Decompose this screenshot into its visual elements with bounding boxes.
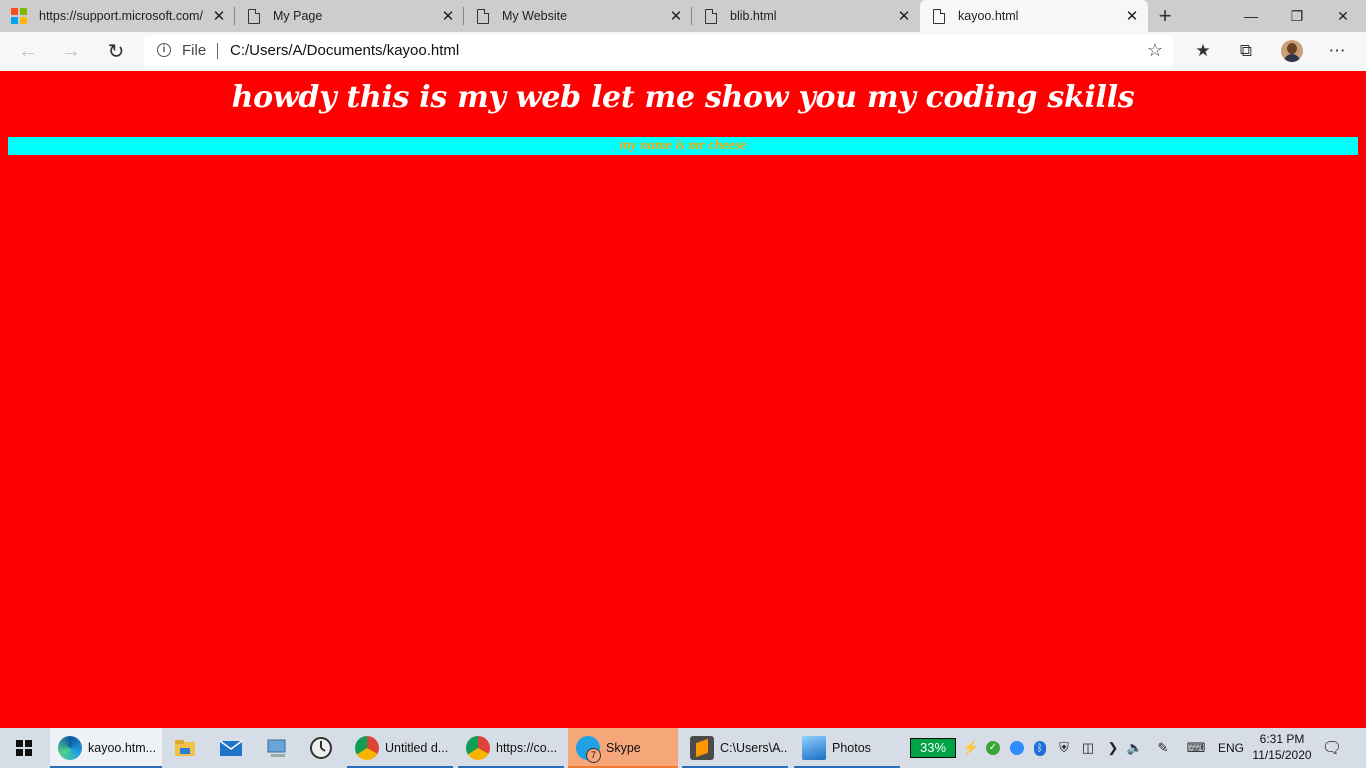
check-shield-icon[interactable]: ✓	[984, 739, 1002, 757]
restore-icon: ❐	[1290, 7, 1304, 24]
windows-taskbar: kayoo.htm... Untitled d... https://co...…	[0, 728, 1366, 768]
tab-label: My Page	[273, 9, 323, 23]
skype-badge: 7	[586, 748, 601, 763]
microsoft-logo-icon	[11, 8, 27, 24]
profile-avatar[interactable]	[1281, 40, 1303, 62]
taskbar-item-label: Skype	[606, 741, 641, 755]
file-icon	[477, 8, 489, 24]
wifi-icon[interactable]: ❯	[1104, 739, 1122, 757]
close-icon[interactable]: ✕	[669, 8, 683, 25]
refresh-icon: ↻	[107, 40, 125, 63]
chrome-icon	[355, 736, 379, 760]
chrome-icon	[466, 736, 490, 760]
clock-time: 6:31 PM	[1259, 732, 1305, 746]
address-bar[interactable]: i File C:/Users/A/Documents/kayoo.html ☆	[144, 35, 1173, 67]
back-button[interactable]: ←	[15, 39, 41, 63]
battery-indicator[interactable]: 33%	[910, 738, 956, 758]
favorites-icon[interactable]: ★	[1193, 41, 1213, 61]
device-icon[interactable]: ◫	[1079, 739, 1097, 757]
edge-icon	[58, 736, 82, 760]
file-icon	[705, 8, 717, 24]
taskbar-item-label: https://co...	[496, 741, 558, 755]
tab-label: kayoo.html	[958, 9, 1019, 23]
skype-icon: 7	[576, 736, 601, 763]
taskbar-item-photos[interactable]: Photos	[794, 728, 900, 768]
photos-icon	[802, 736, 826, 760]
computer-icon[interactable]	[265, 736, 289, 760]
taskbar-item-label: kayoo.htm...	[88, 741, 157, 755]
minimize-button[interactable]: —	[1228, 0, 1274, 32]
arrow-right-icon: →	[61, 39, 81, 62]
forward-button[interactable]: →	[58, 39, 84, 63]
security-shield-icon[interactable]: ⛨	[1055, 739, 1073, 757]
tab-my-page[interactable]: My Page ✕	[235, 0, 464, 32]
close-window-button[interactable]: ✕	[1320, 0, 1366, 32]
taskbar-item-label: Photos	[832, 741, 871, 755]
language-indicator[interactable]: ENG	[1218, 728, 1244, 768]
close-icon: ✕	[1337, 7, 1349, 24]
sublime-text-icon	[690, 736, 714, 760]
bluetooth-icon[interactable]: ᛒ	[1031, 739, 1049, 757]
address-scheme-label: File	[182, 42, 207, 59]
restore-button[interactable]: ❐	[1274, 0, 1320, 32]
taskbar-item-chrome-https[interactable]: https://co...	[458, 728, 564, 768]
taskbar-item-label: Untitled d...	[385, 741, 449, 755]
address-url[interactable]: C:/Users/A/Documents/kayoo.html	[230, 42, 459, 59]
page-heading: howdy this is my web let me show you my …	[231, 80, 1135, 115]
tab-kayoo[interactable]: kayoo.html ✕	[920, 0, 1148, 32]
start-button[interactable]	[0, 728, 48, 768]
tab-strip: https://support.microsoft.com/ ✕ My Page…	[0, 0, 1366, 32]
new-tab-button[interactable]: +	[1154, 4, 1176, 28]
clock-area[interactable]: 6:31 PM 11/15/2020	[1248, 731, 1316, 763]
taskbar-item-chrome-untitled[interactable]: Untitled d...	[347, 728, 453, 768]
tab-blib[interactable]: blib.html ✕	[692, 0, 920, 32]
close-icon[interactable]: ✕	[212, 8, 226, 25]
info-icon[interactable]: i	[157, 43, 171, 57]
close-icon[interactable]: ✕	[1125, 8, 1139, 25]
minimize-icon: —	[1244, 8, 1258, 24]
cheese-banner: my name is mr cheese	[8, 137, 1358, 155]
file-icon	[933, 8, 945, 24]
zoom-icon[interactable]	[1008, 739, 1026, 757]
tab-label: blib.html	[730, 9, 777, 23]
taskbar-item-sublime[interactable]: C:\Users\A...	[682, 728, 788, 768]
taskbar-item-edge[interactable]: kayoo.htm...	[50, 728, 162, 768]
tab-my-website[interactable]: My Website ✕	[464, 0, 692, 32]
file-icon	[248, 8, 260, 24]
tab-label: My Website	[502, 9, 568, 23]
more-options-icon[interactable]: ⋯	[1327, 41, 1347, 61]
sublime-s-shape	[696, 738, 708, 758]
collections-icon[interactable]: ⧉	[1236, 41, 1256, 61]
windows-logo-icon	[16, 740, 32, 756]
notifications-icon[interactable]: 🗨	[1322, 738, 1342, 758]
tab-support-microsoft[interactable]: https://support.microsoft.com/ ✕	[0, 0, 235, 32]
tab-label: https://support.microsoft.com/	[39, 9, 203, 23]
close-icon[interactable]: ✕	[441, 8, 455, 25]
mail-icon[interactable]	[219, 736, 243, 760]
volume-icon[interactable]: 🔈	[1126, 739, 1144, 757]
file-explorer-icon[interactable]	[173, 736, 197, 760]
clock-app-icon[interactable]	[309, 736, 333, 760]
web-page-content: howdy this is my web let me show you my …	[0, 71, 1366, 728]
taskbar-item-label: C:\Users\A...	[720, 741, 788, 755]
keyboard-icon[interactable]: ⌨	[1184, 739, 1208, 757]
arrow-left-icon: ←	[18, 39, 38, 62]
power-plug-icon[interactable]: ⚡	[962, 739, 980, 757]
close-icon[interactable]: ✕	[897, 8, 911, 25]
taskbar-item-skype[interactable]: 7 Skype	[568, 728, 678, 768]
address-divider	[217, 43, 218, 59]
pen-icon[interactable]: ✎	[1154, 739, 1172, 757]
refresh-button[interactable]: ↻	[103, 39, 129, 63]
clock-date: 11/15/2020	[1252, 748, 1312, 762]
favorite-star-icon[interactable]: ☆	[1147, 40, 1163, 61]
browser-toolbar: ← → ↻ i File C:/Users/A/Documents/kayoo.…	[0, 32, 1366, 70]
